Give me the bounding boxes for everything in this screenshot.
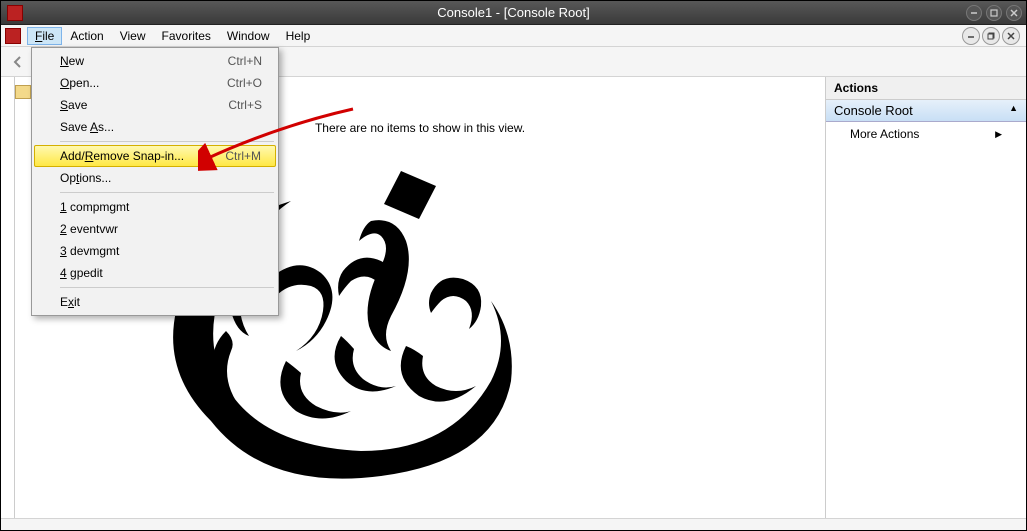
menu-open[interactable]: Open... Ctrl+O <box>34 72 276 94</box>
statusbar <box>1 518 1026 530</box>
actions-group-label: Console Root <box>834 103 913 118</box>
mdi-minimize-button[interactable] <box>962 27 980 45</box>
chevron-right-icon: ▶ <box>995 129 1002 140</box>
minimize-button[interactable] <box>966 5 982 21</box>
back-button[interactable] <box>7 51 29 73</box>
menu-save-as[interactable]: Save As... <box>34 116 276 138</box>
menu-recent-2[interactable]: 2 eventvwr <box>34 218 276 240</box>
mdi-close-button[interactable] <box>1002 27 1020 45</box>
menu-recent-4[interactable]: 4 gpedit <box>34 262 276 284</box>
menubar: File Action View Favorites Window Help <box>1 25 1026 47</box>
app-icon <box>7 5 23 21</box>
folder-icon[interactable] <box>15 85 31 99</box>
menu-window[interactable]: Window <box>219 27 278 45</box>
more-actions-item[interactable]: More Actions ▶ <box>826 122 1026 146</box>
close-button[interactable] <box>1006 5 1022 21</box>
menu-separator <box>60 141 274 142</box>
menu-separator <box>60 192 274 193</box>
actions-group-title[interactable]: Console Root ▲ <box>826 100 1026 122</box>
collapse-icon: ▲ <box>1009 103 1018 118</box>
menu-recent-3[interactable]: 3 devmgmt <box>34 240 276 262</box>
actions-pane: Actions Console Root ▲ More Actions ▶ <box>826 77 1026 518</box>
menu-options[interactable]: Options... <box>34 167 276 189</box>
menu-save[interactable]: Save Ctrl+S <box>34 94 276 116</box>
titlebar: Console1 - [Console Root] <box>1 1 1026 25</box>
menu-separator <box>60 287 274 288</box>
mdi-restore-button[interactable] <box>982 27 1000 45</box>
more-actions-label: More Actions <box>850 127 919 141</box>
file-menu-dropdown: New Ctrl+N Open... Ctrl+O Save Ctrl+S Sa… <box>31 47 279 316</box>
menu-help[interactable]: Help <box>278 27 319 45</box>
menu-file[interactable]: File <box>27 27 62 45</box>
menu-new[interactable]: New Ctrl+N <box>34 50 276 72</box>
console-icon <box>5 28 21 44</box>
actions-header: Actions <box>826 77 1026 100</box>
tree-pane[interactable] <box>1 77 15 518</box>
menu-favorites[interactable]: Favorites <box>154 27 219 45</box>
menu-action[interactable]: Action <box>62 27 111 45</box>
window-title: Console1 - [Console Root] <box>437 5 589 20</box>
menu-view[interactable]: View <box>112 27 154 45</box>
menu-exit[interactable]: Exit <box>34 291 276 313</box>
empty-message: There are no items to show in this view. <box>315 121 525 135</box>
menu-recent-1[interactable]: 1 compmgmt <box>34 196 276 218</box>
maximize-button[interactable] <box>986 5 1002 21</box>
menu-add-remove-snapin[interactable]: Add/Remove Snap-in... Ctrl+M <box>34 145 276 167</box>
